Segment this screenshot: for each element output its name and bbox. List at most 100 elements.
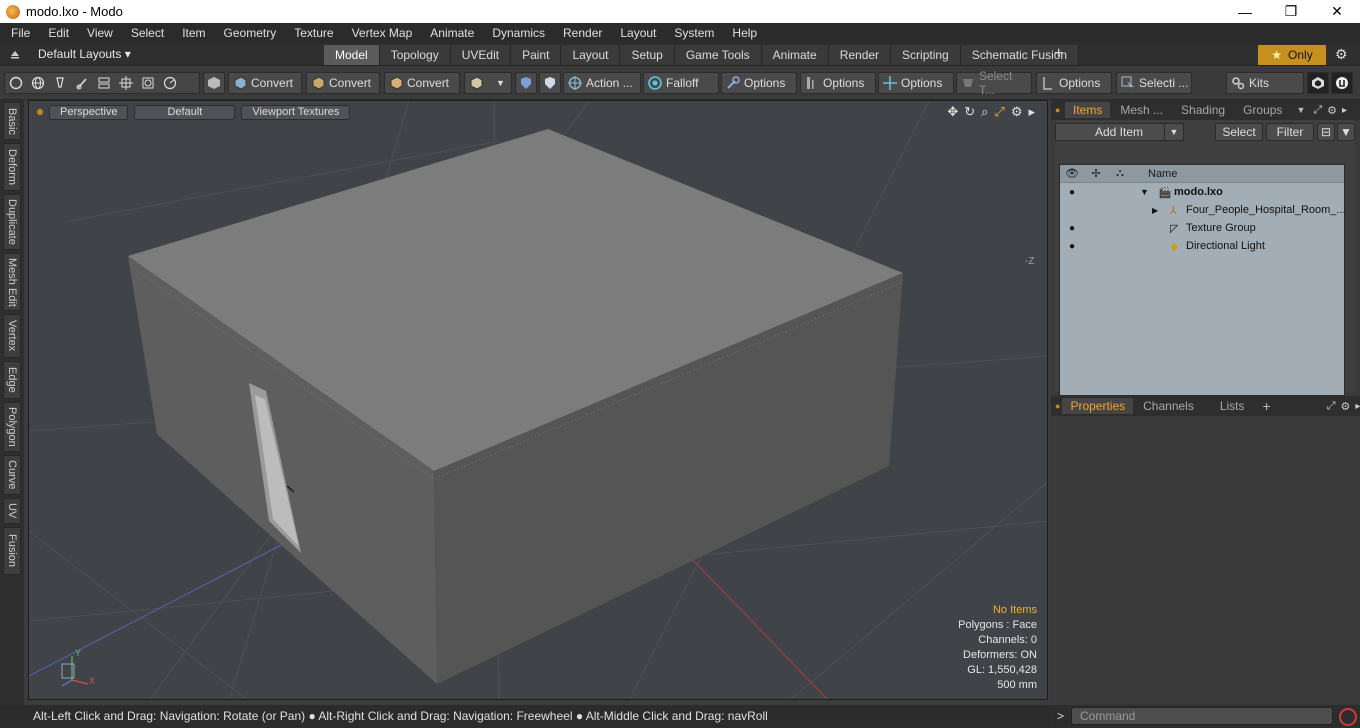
add-panel-tab-plus-icon[interactable]: +	[1263, 398, 1271, 414]
vtab-polygon[interactable]: Polygon	[3, 402, 21, 452]
selection-sets-button[interactable]: Selecti ...	[1116, 72, 1192, 94]
3d-viewport[interactable]: Perspective Default Viewport Textures ✥ …	[28, 100, 1048, 700]
tab-topology[interactable]: Topology	[379, 45, 451, 65]
tab-groups[interactable]: Groups	[1235, 102, 1290, 118]
fit-maximize-icon[interactable]: ⤢	[994, 104, 1004, 120]
select-through-button[interactable]: Select T...	[956, 69, 1032, 97]
vtab-deform[interactable]: Deform	[3, 143, 21, 191]
polygon-mode-icon[interactable]	[96, 75, 112, 91]
tab-render[interactable]: Render	[828, 45, 892, 65]
viewport-gear-icon[interactable]: ⚙	[1011, 104, 1023, 120]
falloff-button[interactable]: Falloff	[643, 72, 719, 94]
menu-view[interactable]: View	[78, 23, 122, 44]
tab-mesh[interactable]: Mesh ...	[1112, 102, 1171, 118]
unity-button[interactable]	[1307, 72, 1329, 94]
tree-row-mesh[interactable]: ▶ ⅄ Four_People_Hospital_Room_...	[1060, 201, 1346, 219]
tab-layout[interactable]: Layout	[561, 45, 621, 65]
default-layouts-dropdown[interactable]: Default Layouts ▾	[38, 47, 131, 61]
tab-paint[interactable]: Paint	[511, 45, 562, 65]
viewport-textures-dropdown[interactable]: Viewport Textures	[241, 104, 351, 120]
menu-help[interactable]: Help	[723, 23, 766, 44]
vtab-edge[interactable]: Edge	[3, 361, 21, 399]
tab-lists[interactable]: Lists	[1212, 398, 1253, 414]
symmetry-options-button[interactable]: Options	[878, 72, 954, 94]
unreal-button[interactable]	[1331, 72, 1353, 94]
snapping-shield-button[interactable]	[539, 72, 561, 94]
filter-button[interactable]: Filter	[1266, 123, 1314, 141]
visibility-eye-icon[interactable]: ●	[1063, 223, 1081, 234]
menu-system[interactable]: System	[665, 23, 723, 44]
vtab-vertex[interactable]: Vertex	[3, 314, 21, 358]
collapse-icon[interactable]: ⊟	[1317, 123, 1335, 141]
vtab-uv[interactable]: UV	[3, 498, 21, 524]
perspective-dropdown[interactable]: Perspective	[49, 104, 129, 120]
tree-row-directional-light[interactable]: ● ◆ Directional Light	[1060, 237, 1344, 255]
minimize-button[interactable]: —	[1222, 0, 1268, 23]
menu-item[interactable]: Item	[173, 23, 214, 44]
tab-items[interactable]: Items	[1065, 102, 1111, 118]
menu-animate[interactable]: Animate	[421, 23, 483, 44]
center-mode-icon[interactable]	[162, 75, 178, 91]
symmetry-shield-button[interactable]	[515, 72, 537, 94]
maximize-button[interactable]: ❐	[1268, 0, 1314, 23]
kits-button[interactable]: Kits	[1226, 72, 1304, 94]
tree-row-texture-group[interactable]: ● ◸ Texture Group	[1060, 219, 1344, 237]
funnel-filter-icon[interactable]: ▼	[1337, 123, 1355, 141]
menu-dynamics[interactable]: Dynamics	[483, 23, 554, 44]
vertex-mode-icon[interactable]	[8, 75, 24, 91]
close-button[interactable]: ✕	[1314, 0, 1360, 23]
command-input[interactable]: Command	[1071, 707, 1333, 725]
convert-button-2[interactable]: Convert	[306, 72, 380, 94]
panel-arrow-icon[interactable]: ▸	[1355, 401, 1360, 412]
panel-expand-icon[interactable]: ⤢	[1327, 400, 1336, 413]
tab-game-tools[interactable]: Game Tools	[674, 45, 762, 65]
panel-expand-icon[interactable]: ⤢	[1313, 104, 1322, 117]
tab-uvedit[interactable]: UVEdit	[450, 45, 512, 65]
add-item-dropdown-icon[interactable]: ▼	[1164, 123, 1184, 141]
viewport-menu-dot[interactable]	[37, 109, 43, 115]
pan-move-icon[interactable]: ✥	[947, 104, 958, 120]
only-toggle-button[interactable]: ★ Only	[1258, 45, 1326, 65]
tab-shading[interactable]: Shading	[1173, 102, 1233, 118]
vtab-curve[interactable]: Curve	[3, 455, 21, 495]
globe-icon[interactable]	[30, 75, 46, 91]
select-button[interactable]: Select	[1215, 123, 1263, 141]
panel-menu-dot[interactable]: ●	[1055, 401, 1060, 411]
vtab-fusion[interactable]: Fusion	[3, 527, 21, 575]
panel-menu-dot[interactable]: ●	[1055, 105, 1063, 115]
item-mode-icon[interactable]	[118, 75, 134, 91]
zoom-search-icon[interactable]: ⌕	[981, 104, 988, 120]
menu-file[interactable]: File	[0, 23, 39, 44]
visibility-eye-icon[interactable]: ●	[1063, 187, 1081, 198]
record-macro-icon[interactable]	[1339, 708, 1357, 726]
convert-button-1[interactable]: Convert	[228, 72, 302, 94]
expand-arrow-icon[interactable]: ▼	[1140, 187, 1149, 197]
snapping-options-button[interactable]: Options	[800, 72, 876, 94]
collapse-arrow-icon[interactable]: ▶	[1152, 206, 1158, 215]
menu-geometry[interactable]: Geometry	[215, 23, 286, 44]
visibility-eye-icon[interactable]: ●	[1063, 241, 1081, 252]
vtab-duplicate[interactable]: Duplicate	[3, 194, 21, 250]
pen-icon[interactable]	[52, 75, 68, 91]
tree-row-modo-lxo[interactable]: ● ▼ 🎬 modo.lxo	[1060, 183, 1344, 201]
add-tab-plus-icon[interactable]: +	[1054, 44, 1063, 64]
panel-tabs-dropdown-icon[interactable]: ▼	[1296, 105, 1305, 115]
tab-scripting[interactable]: Scripting	[891, 45, 961, 65]
menu-edit[interactable]: Edit	[39, 23, 78, 44]
select-options-button[interactable]: Options	[1036, 72, 1112, 94]
panel-gear-icon[interactable]: ⚙	[1327, 104, 1337, 117]
convert-button-3[interactable]: Convert	[384, 72, 460, 94]
shield-cube-button[interactable]	[203, 72, 225, 94]
action-center-button[interactable]: Action ...	[563, 72, 641, 94]
vtab-basic[interactable]: Basic	[3, 102, 21, 140]
panel-gear-icon[interactable]: ⚙	[1341, 400, 1351, 413]
tab-model[interactable]: Model	[324, 45, 380, 65]
pivot-mode-icon[interactable]	[140, 75, 156, 91]
menu-texture[interactable]: Texture	[285, 23, 342, 44]
menu-vertex-map[interactable]: Vertex Map	[343, 23, 422, 44]
tab-setup[interactable]: Setup	[620, 45, 675, 65]
rotate-view-icon[interactable]: ↻	[964, 104, 975, 120]
brush-icon[interactable]	[74, 75, 90, 91]
panel-arrow-icon[interactable]: ▸	[1342, 105, 1347, 116]
tab-properties[interactable]: Properties	[1062, 398, 1134, 414]
